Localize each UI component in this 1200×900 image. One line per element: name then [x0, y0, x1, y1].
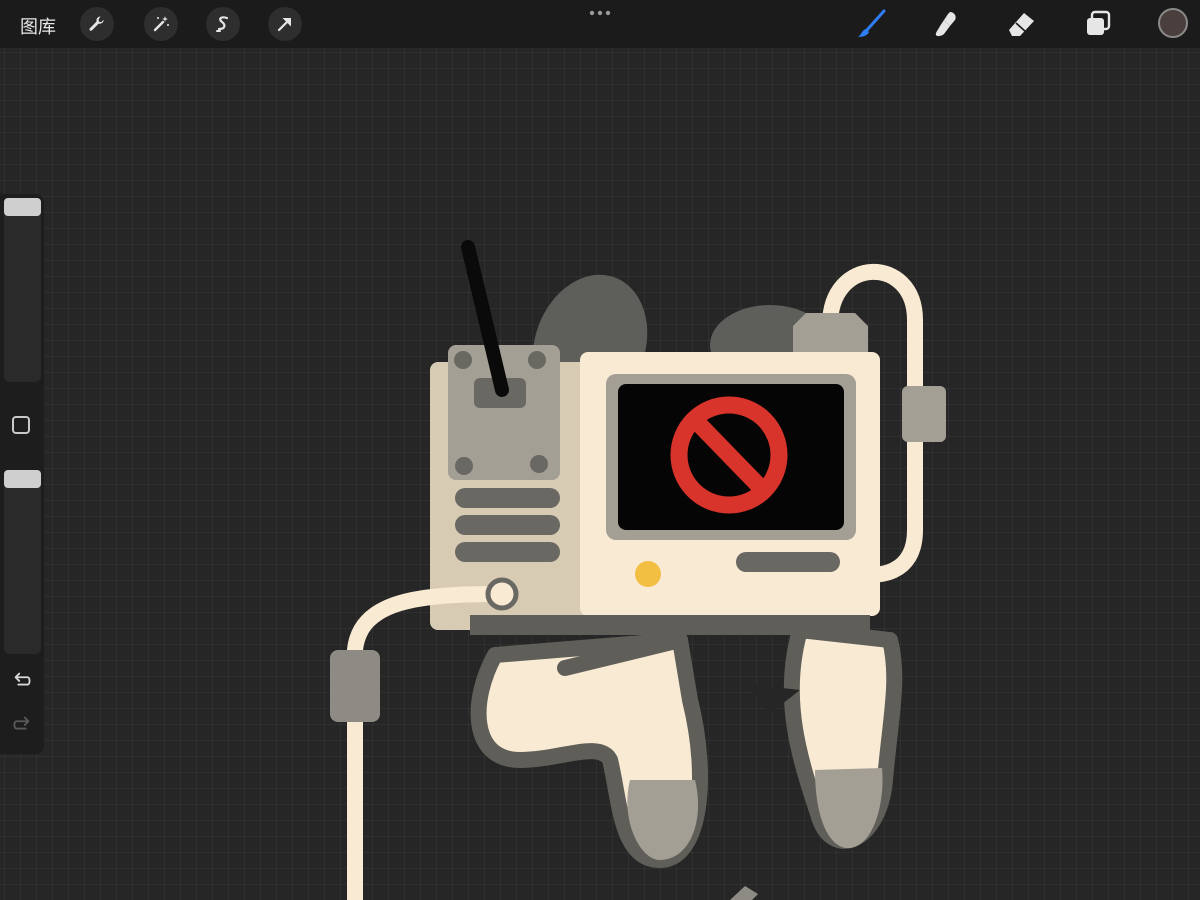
color-picker[interactable]: [1158, 8, 1188, 38]
vent-2: [455, 515, 560, 535]
magic-wand-icon: [153, 16, 169, 32]
arrow-cursor-icon: [277, 18, 291, 32]
brush-icon: [858, 9, 886, 37]
selection-s-icon: [216, 16, 229, 32]
drawing-canvas[interactable]: [0, 48, 1200, 900]
adjustments-button[interactable]: [144, 7, 178, 41]
selection-button[interactable]: [206, 7, 240, 41]
layers-icon: [1087, 10, 1111, 35]
actions-button[interactable]: [80, 7, 114, 41]
brush-tool[interactable]: [856, 8, 888, 40]
bottom-fragment: [730, 886, 758, 900]
smudge-tool[interactable]: [930, 8, 962, 40]
opacity-slider[interactable]: [4, 470, 41, 654]
top-connector: [793, 313, 868, 352]
left-sidebar: [0, 194, 44, 754]
artwork: [330, 240, 946, 900]
body-base: [470, 615, 870, 635]
opacity-thumb[interactable]: [4, 470, 41, 488]
gallery-button[interactable]: 图库: [20, 13, 56, 39]
right-cable-clip: [902, 386, 946, 442]
smudge-icon: [935, 12, 956, 37]
transform-button[interactable]: [268, 7, 302, 41]
more-options-icon[interactable]: [588, 8, 612, 18]
brush-size-slider[interactable]: [4, 198, 41, 382]
cable-port: [485, 577, 519, 611]
vent-3: [455, 542, 560, 562]
indicator-light: [635, 561, 661, 587]
eraser-icon: [1009, 13, 1034, 36]
redo-icon: [13, 716, 30, 730]
vent-1: [455, 488, 560, 508]
left-cable: [347, 586, 508, 900]
left-cable-clip: [330, 650, 380, 722]
wrench-icon: [89, 16, 104, 31]
top-toolbar: 图库: [0, 0, 1200, 48]
layers-tool[interactable]: [1082, 8, 1114, 40]
eraser-tool[interactable]: [1006, 8, 1038, 40]
modify-button[interactable]: [12, 416, 30, 434]
redo-button[interactable]: [10, 712, 34, 736]
slot: [736, 552, 840, 572]
brush-size-thumb[interactable]: [4, 198, 41, 216]
undo-icon: [14, 672, 31, 686]
undo-button[interactable]: [10, 668, 34, 692]
